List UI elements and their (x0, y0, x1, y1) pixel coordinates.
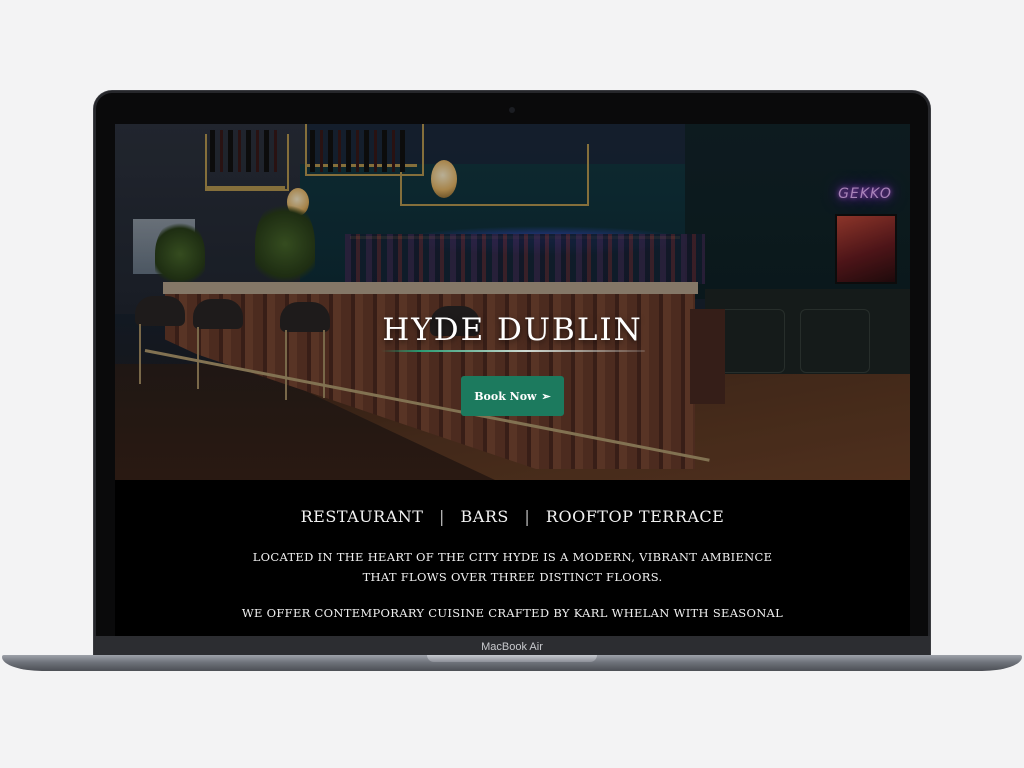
book-now-button[interactable]: Book Now ➢ (461, 376, 564, 416)
camera-icon (509, 107, 515, 113)
model-label: MacBook Air (481, 641, 543, 653)
nav-separator: | (524, 507, 531, 526)
mockup-stage: GEKKO HYDE DUBLIN Book Now ➢ RESTAURANT … (0, 0, 1024, 768)
intro-text-line: THAT FLOWS OVER THREE DISTINCT FLOORS. (362, 570, 663, 584)
nav-item-bars[interactable]: BARS (461, 507, 509, 526)
hero-overlay (115, 124, 910, 480)
cuisine-text-line: WE OFFER CONTEMPORARY CUISINE CRAFTED BY… (241, 606, 784, 620)
website-screen: GEKKO HYDE DUBLIN Book Now ➢ RESTAURANT … (115, 124, 910, 636)
nav-separator: | (439, 507, 445, 526)
hero-title: HYDE DUBLIN (382, 312, 643, 348)
nav-item-restaurant[interactable]: RESTAURANT (301, 507, 424, 526)
venue-nav: RESTAURANT | BARS | ROOFTOP TERRACE (115, 507, 910, 526)
intro-text-line: LOCATED IN THE HEART OF THE CITY HYDE IS… (252, 550, 773, 564)
nav-item-rooftop-terrace[interactable]: ROOFTOP TERRACE (546, 507, 724, 526)
hero-banner: GEKKO HYDE DUBLIN Book Now ➢ (115, 124, 910, 480)
arrow-right-icon: ➢ (541, 389, 551, 403)
title-underline (381, 350, 645, 352)
book-now-label: Book Now (474, 389, 537, 403)
laptop-notch (427, 655, 597, 662)
